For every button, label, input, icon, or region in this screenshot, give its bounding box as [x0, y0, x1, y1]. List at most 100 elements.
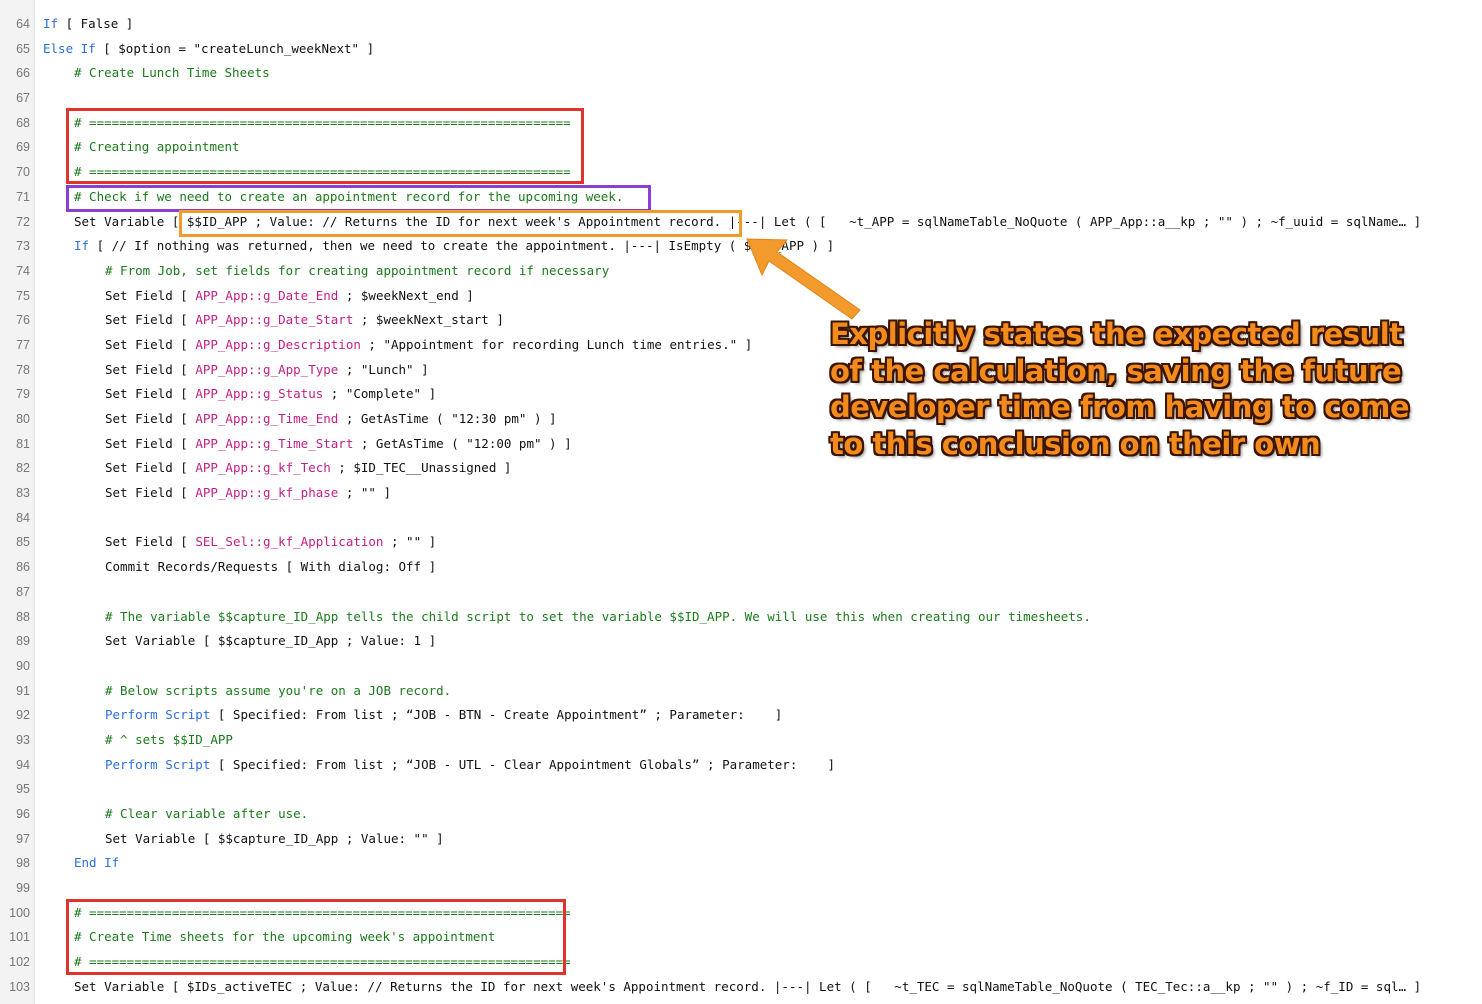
script-step: Set Field [ APP_App::g_kf_phase ; "" ]	[43, 481, 1462, 506]
script-comment: # Creating appointment	[74, 139, 240, 155]
script-line[interactable]: 70 # ====================================…	[0, 160, 1482, 185]
script-step: # ======================================…	[43, 950, 1462, 975]
script-step: # ^ sets $$ID_APP	[43, 728, 1462, 753]
line-number: 73	[16, 239, 30, 254]
script-line[interactable]: 83 Set Field [ APP_App::g_kf_phase ; "" ]	[0, 481, 1482, 506]
field-reference: APP_App::g_Date_End	[195, 287, 339, 303]
script-step: If [ False ]	[43, 12, 1462, 37]
line-number: 80	[16, 412, 30, 426]
script-step: # Create Time sheets for the upcoming we…	[43, 925, 1462, 950]
field-reference: APP_App::g_Time_Start	[195, 435, 354, 451]
line-number: 102	[9, 955, 30, 970]
script-line[interactable]: 84	[0, 506, 1482, 531]
script-line[interactable]: 99	[0, 876, 1482, 901]
line-number: 85	[16, 535, 30, 550]
script-text: Set Field [	[105, 485, 196, 501]
script-text: Set Field [	[105, 287, 196, 303]
script-text: ; "Complete" ]	[323, 386, 437, 402]
script-text: Set Field [	[105, 312, 196, 328]
script-text: ; "" ]	[338, 485, 391, 501]
script-line[interactable]: 98 End If	[0, 851, 1482, 876]
line-number: 88	[16, 609, 30, 624]
script-line[interactable]: 72 Set Variable [ $$ID_APP ; Value: // Re…	[0, 210, 1482, 235]
callout-line: of the calculation, saving the future	[830, 353, 1402, 388]
script-comment: # Clear variable after use.	[105, 806, 309, 821]
script-keyword: If	[43, 16, 59, 31]
field-reference: APP_App::g_Status	[195, 386, 324, 402]
line-number: 91	[16, 683, 30, 698]
script-step: Else If [ $option = "createLunch_weekNex…	[43, 37, 1462, 62]
script-line[interactable]: 64 If [ False ]	[0, 12, 1482, 37]
script-text: Commit Records/Requests [ With dialog: O…	[105, 559, 437, 575]
script-step: # Clear variable after use.	[43, 802, 1462, 827]
script-line[interactable]: 101 # Create Time sheets for the upcoming…	[0, 925, 1482, 950]
script-step: Set Variable [ $$capture_ID_App ; Value:…	[43, 827, 1462, 852]
script-step: # Creating appointment	[43, 135, 1462, 160]
script-line[interactable]: 87	[0, 580, 1482, 605]
line-number: 90	[16, 658, 30, 673]
script-comment: # ======================================…	[74, 114, 571, 130]
script-comment: # Check if we need to create an appointm…	[74, 188, 624, 204]
script-text: ; GetAsTime ( "12:30 pm" ) ]	[338, 411, 557, 426]
script-text: Set Variable [ $$ID_APP ; Value: // Retu…	[74, 213, 1422, 229]
script-line[interactable]: 91 # Below scripts assume you're on a JOB…	[0, 679, 1482, 704]
script-line[interactable]: 66 # Create Lunch Time Sheets	[0, 61, 1482, 86]
line-number: 74	[16, 263, 30, 278]
line-number: 99	[16, 881, 30, 896]
line-number: 97	[16, 831, 30, 846]
callout-annotation: Explicitly states the expected result of…	[830, 316, 1410, 462]
script-text: Set Field [	[105, 361, 196, 377]
callout-line: to this conclusion on their own	[830, 426, 1321, 461]
script-step: Set Field [ APP_App::g_Date_End ; $weekN…	[43, 284, 1462, 309]
script-comment: # ======================================…	[74, 164, 571, 180]
field-reference: SEL_Sel::g_kf_Application	[195, 534, 384, 550]
field-reference: APP_App::g_Time_End	[195, 411, 339, 426]
script-text: [ $option = "createLunch_weekNext" ]	[95, 40, 375, 56]
script-comment: # ^ sets $$ID_APP	[105, 731, 233, 747]
line-number: 94	[16, 757, 30, 772]
script-line[interactable]: 71 # Check if we need to create an appoin…	[0, 185, 1482, 210]
script-comment: # ======================================…	[74, 954, 571, 970]
script-text: [ // If nothing was returned, then we ne…	[89, 238, 835, 254]
script-line[interactable]: 96 # Clear variable after use.	[0, 802, 1482, 827]
script-line[interactable]: 92 Perform Script [ Specified: From list …	[0, 703, 1482, 728]
line-number: 76	[16, 313, 30, 328]
script-step: Set Variable [ $$ID_APP ; Value: // Retu…	[43, 210, 1462, 235]
script-line[interactable]: 97 Set Variable [ $$capture_ID_App ; Valu…	[0, 827, 1482, 852]
script-line[interactable]: 85 Set Field [ SEL_Sel::g_kf_Application …	[0, 530, 1482, 555]
callout-line: Explicitly states the expected result	[830, 317, 1403, 351]
line-number: 66	[16, 66, 30, 81]
script-editor[interactable]: 64 If [ False ] 65 Else If [ $option = "cre…	[0, 12, 1482, 1000]
script-text: [ False ]	[58, 16, 134, 31]
script-text: Set Variable [ $IDs_activeTEC ; Value: /…	[74, 978, 1422, 994]
line-number: 75	[16, 288, 30, 303]
script-step: Perform Script [ Specified: From list ; …	[43, 703, 1462, 728]
script-line[interactable]: 67	[0, 86, 1482, 111]
script-line[interactable]: 74 # From Job, set fields for creating ap…	[0, 259, 1482, 284]
script-comment: # From Job, set fields for creating appo…	[105, 262, 610, 278]
script-text: Set Variable [ $$capture_ID_App ; Value:…	[105, 830, 444, 846]
script-line[interactable]: 86 Commit Records/Requests [ With dialog:…	[0, 555, 1482, 580]
script-line[interactable]: 68 # ====================================…	[0, 111, 1482, 136]
script-line[interactable]: 90	[0, 654, 1482, 679]
script-line[interactable]: 65 Else If [ $option = "createLunch_weekN…	[0, 37, 1482, 62]
script-keyword: Else If	[43, 40, 96, 56]
script-line[interactable]: 102 # ===================================…	[0, 950, 1482, 975]
script-line[interactable]: 73 If [ // If nothing was returned, then …	[0, 234, 1482, 259]
script-line[interactable]: 95	[0, 777, 1482, 802]
script-line[interactable]: 75 Set Field [ APP_App::g_Date_End ; $wee…	[0, 284, 1482, 309]
line-number: 72	[16, 214, 30, 229]
field-reference: APP_App::g_kf_phase	[195, 485, 339, 501]
script-line[interactable]: 88 # The variable $$capture_ID_App tells …	[0, 605, 1482, 630]
script-line[interactable]: 93 # ^ sets $$ID_APP	[0, 728, 1482, 753]
callout-line: developer time from having to come	[830, 390, 1410, 424]
script-comment: # ======================================…	[74, 904, 571, 920]
script-line[interactable]: 103 Set Variable [ $IDs_activeTEC ; Value…	[0, 975, 1482, 1000]
line-number: 89	[16, 634, 30, 649]
script-text: ; "Appointment for recording Lunch time …	[360, 336, 753, 352]
script-line[interactable]: 69 # Creating appointment	[0, 135, 1482, 160]
script-line[interactable]: 100 # ===================================…	[0, 901, 1482, 926]
line-number: 82	[16, 461, 30, 476]
script-line[interactable]: 89 Set Variable [ $$capture_ID_App ; Valu…	[0, 629, 1482, 654]
script-line[interactable]: 94 Perform Script [ Specified: From list …	[0, 753, 1482, 778]
